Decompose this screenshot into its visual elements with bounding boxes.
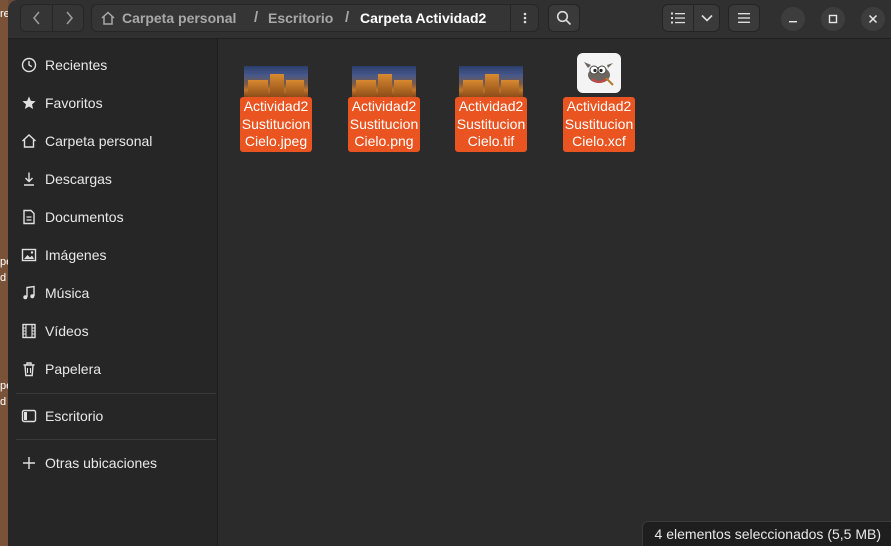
background-text: d (0, 272, 7, 284)
sidebar-item-descargas[interactable]: Descargas (8, 160, 217, 198)
maximize-icon (828, 14, 838, 24)
sidebar-item-label: Escritorio (45, 408, 104, 424)
list-view-icon (671, 12, 685, 24)
sidebar-item-documentos[interactable]: Documentos (8, 198, 217, 236)
drive-icon (20, 407, 38, 425)
sidebar-item-favoritos[interactable]: Favoritos (8, 84, 217, 122)
star-icon (20, 94, 38, 112)
desktop-background: re pe d pe d (0, 0, 12, 546)
music-icon (20, 284, 38, 302)
file-name: Actividad2 Sustitucion Cielo.xcf (557, 97, 641, 152)
file-item-png[interactable]: Actividad2 Sustitucion Cielo.png (342, 53, 426, 152)
breadcrumb-separator: / (254, 9, 259, 26)
view-options-group (662, 4, 720, 32)
file-thumbnail (244, 53, 308, 98)
image-thumbnail-icon (459, 66, 523, 98)
file-item-tif[interactable]: Actividad2 Sustitucion Cielo.tif (449, 53, 533, 152)
minimize-button[interactable] (781, 7, 805, 31)
vertical-ellipsis-icon (523, 12, 527, 24)
search-button[interactable] (548, 4, 580, 32)
file-manager-window: Carpeta personal / Escritorio / Carpeta … (8, 0, 891, 546)
sidebar-item-label: Papelera (45, 361, 102, 377)
search-icon (556, 10, 572, 26)
sidebar: Recientes Favoritos Carpeta personal Des… (8, 39, 218, 546)
file-thumbnail (557, 53, 641, 97)
hamburger-menu-icon (738, 13, 750, 23)
chevron-right-icon (65, 11, 73, 25)
sidebar-item-recientes[interactable]: Recientes (8, 46, 217, 84)
file-thumbnail (459, 53, 523, 98)
sidebar-item-carpeta-personal[interactable]: Carpeta personal (8, 122, 217, 160)
background-text: d (0, 396, 7, 408)
back-button[interactable] (21, 5, 53, 31)
sidebar-item-label: Imágenes (45, 247, 107, 263)
clock-icon (20, 56, 38, 74)
sidebar-item-label: Documentos (45, 209, 124, 225)
breadcrumb-current[interactable]: Carpeta Actividad2 (360, 5, 486, 31)
header-bar: Carpeta personal / Escritorio / Carpeta … (8, 0, 891, 39)
sidebar-item-imagenes[interactable]: Imágenes (8, 236, 217, 274)
trash-icon (20, 360, 38, 378)
sidebar-divider (16, 393, 216, 394)
sidebar-item-label: Otras ubicaciones (45, 455, 158, 471)
sidebar-item-papelera[interactable]: Papelera (8, 350, 217, 388)
forward-button[interactable] (53, 5, 84, 31)
chevron-down-icon (701, 14, 713, 22)
file-name: Actividad2 Sustitucion Cielo.png (342, 97, 426, 152)
minimize-icon (789, 21, 797, 23)
file-name: Actividad2 Sustitucion Cielo.tif (449, 97, 533, 152)
file-thumbnail (352, 53, 416, 98)
sidebar-divider (16, 439, 216, 440)
maximize-button[interactable] (821, 7, 845, 31)
sidebar-item-label: Vídeos (45, 323, 89, 339)
sidebar-item-otras-ubicaciones[interactable]: Otras ubicaciones (8, 444, 217, 482)
navigation-buttons (20, 4, 84, 32)
sidebar-item-label: Carpeta personal (45, 133, 153, 149)
document-icon (20, 208, 38, 226)
sidebar-item-escritorio[interactable]: Escritorio (8, 397, 217, 435)
sidebar-item-label: Descargas (45, 171, 112, 187)
chevron-left-icon (32, 11, 40, 25)
file-item-jpeg[interactable]: Actividad2 Sustitucion Cielo.jpeg (234, 53, 318, 152)
sidebar-item-musica[interactable]: Música (8, 274, 217, 312)
close-button[interactable] (861, 7, 885, 31)
list-view-button[interactable] (663, 5, 694, 31)
file-grid: Actividad2 Sustitucion Cielo.jpeg Activida… (218, 39, 891, 546)
path-menu-button[interactable] (510, 5, 539, 31)
breadcrumb-home[interactable]: Carpeta personal (122, 5, 236, 31)
video-icon (20, 322, 38, 340)
close-icon (868, 14, 878, 24)
file-item-xcf[interactable]: Actividad2 Sustitucion Cielo.xcf (557, 53, 641, 152)
sidebar-item-label: Música (45, 285, 90, 301)
download-icon (20, 170, 38, 188)
main-menu-button[interactable] (728, 4, 760, 32)
breadcrumb-escritorio[interactable]: Escritorio (268, 5, 333, 31)
file-name: Actividad2 Sustitucion Cielo.jpeg (234, 97, 318, 152)
plus-icon (20, 454, 38, 472)
path-bar: Carpeta personal / Escritorio / Carpeta … (91, 4, 539, 32)
sidebar-item-label: Favoritos (45, 95, 103, 111)
status-bar: 4 elementos seleccionados (5,5 MB) (641, 521, 891, 546)
image-thumbnail-icon (352, 66, 416, 98)
gimp-icon (577, 53, 621, 93)
image-thumbnail-icon (244, 66, 308, 98)
breadcrumb-separator: / (345, 9, 350, 26)
home-icon (101, 11, 115, 25)
image-icon (20, 246, 38, 264)
home-icon (20, 132, 38, 150)
sidebar-item-label: Recientes (45, 57, 108, 73)
sidebar-item-videos[interactable]: Vídeos (8, 312, 217, 350)
view-dropdown-button[interactable] (694, 5, 720, 31)
